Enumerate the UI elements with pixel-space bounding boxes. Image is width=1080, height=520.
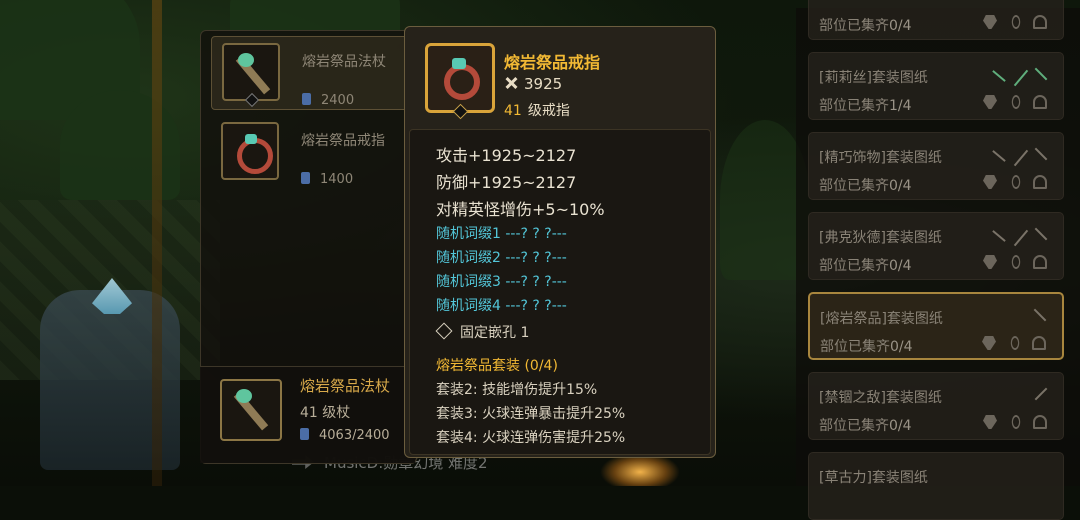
- set-part-icons: [983, 172, 1053, 192]
- footer-item-name: 熔岩祭品法杖: [300, 377, 391, 395]
- set-row[interactable]: 部位已集齐0/4: [808, 0, 1064, 40]
- scroll-icon: [301, 172, 310, 184]
- amulet-icon: [1033, 255, 1047, 269]
- set-part-icons: [983, 92, 1053, 112]
- set-progress: 部位已集齐0/4: [819, 18, 912, 34]
- item-power: 3925: [504, 75, 562, 93]
- set-blueprint-list[interactable]: 部位已集齐0/4 [莉莉丝]套装图纸 部位已集齐1/4 [精巧饰物]套装图纸 部…: [796, 0, 1080, 520]
- torch-pole: [152, 0, 162, 486]
- amulet-icon: [1032, 336, 1046, 350]
- set-row[interactable]: [禁锢之敌]套装图纸 部位已集齐0/4: [808, 372, 1064, 440]
- set-row[interactable]: [莉莉丝]套装图纸 部位已集齐1/4: [808, 52, 1064, 120]
- set-part-icons: [982, 333, 1052, 353]
- set-name: [弗克狄德]套装图纸: [819, 230, 942, 246]
- set-row[interactable]: [弗克狄德]套装图纸 部位已集齐0/4: [808, 212, 1064, 280]
- affix-line: 随机词缀3 ---? ? ?---: [436, 274, 567, 290]
- weapon-icons: [991, 145, 1051, 167]
- amulet-icon: [1033, 95, 1047, 109]
- footer-item-level: 41 级杖: [300, 405, 351, 421]
- set-name: [精巧饰物]套装图纸: [819, 150, 942, 166]
- item-slot: [221, 122, 279, 180]
- ring-icon: [1010, 252, 1022, 272]
- set-name: [禁锢之敌]套装图纸: [819, 390, 942, 406]
- item-slot: [222, 43, 280, 108]
- crossed-swords-icon: [504, 76, 518, 90]
- armor-icon: [983, 255, 997, 269]
- set-part-icons: [983, 12, 1053, 32]
- ring-icon: [1010, 172, 1022, 192]
- weapon-icons: [991, 225, 1051, 247]
- selected-item-footer[interactable]: 熔岩祭品法杖 41 级杖 4063/2400: [200, 366, 415, 463]
- item-tooltip: 熔岩祭品戒指 3925 41 级戒指 攻击+1925~2127 防御+1925~2…: [404, 26, 716, 458]
- set-progress: 部位已集齐0/4: [819, 178, 912, 194]
- ring-gem: [245, 134, 257, 144]
- set-name: [草古力]套装图纸: [819, 470, 928, 486]
- set-bonus-line: 套装2: 技能增伤提升15%: [436, 382, 598, 398]
- ring-icon: [1010, 412, 1022, 432]
- amulet-icon: [1033, 415, 1047, 429]
- affix-line: 随机词缀4 ---? ? ?---: [436, 298, 567, 314]
- armor-icon: [983, 175, 997, 189]
- item-cost: 1400: [301, 172, 353, 187]
- affix-line: 随机词缀1 ---? ? ?---: [436, 226, 567, 242]
- ring-icon: [1010, 12, 1022, 32]
- set-row[interactable]: [精巧饰物]套装图纸 部位已集齐0/4: [808, 132, 1064, 200]
- set-title: 熔岩祭品套装 (0/4): [436, 358, 558, 374]
- amulet-icon: [1033, 15, 1047, 29]
- ring-gem: [452, 58, 466, 69]
- armor-icon: [982, 336, 996, 350]
- stat-line: 攻击+1925~2127: [436, 146, 577, 165]
- set-progress: 部位已集齐0/4: [820, 339, 913, 355]
- armor-icon: [983, 95, 997, 109]
- set-progress: 部位已集齐0/4: [819, 418, 912, 434]
- tooltip-header: 熔岩祭品戒指 3925 41 级戒指: [405, 27, 715, 127]
- set-part-icons: [983, 252, 1053, 272]
- ring-icon: [444, 64, 480, 100]
- set-progress: 部位已集齐1/4: [819, 98, 912, 114]
- socket-line: 固定嵌孔 1: [435, 322, 529, 342]
- scroll-icon: [300, 428, 309, 440]
- footer-item-cost: 4063/2400: [300, 428, 390, 443]
- set-name: [熔岩祭品]套装图纸: [820, 311, 943, 327]
- weapon-icons: [990, 306, 1050, 326]
- item-name: 熔岩祭品法杖: [302, 54, 386, 70]
- affix-line: 随机词缀2 ---? ? ?---: [436, 250, 567, 266]
- armor-icon: [983, 15, 997, 29]
- set-part-icons: [983, 412, 1053, 432]
- stat-line: 对精英怪增伤+5~10%: [436, 200, 605, 219]
- item-cost: 2400: [302, 93, 354, 108]
- set-bonus-line: 套装3: 火球连弹暴击提升25%: [436, 406, 626, 422]
- weapon-icons: [991, 65, 1051, 87]
- staff-gem: [236, 389, 252, 403]
- item-icon-frame: [425, 43, 495, 120]
- set-progress: 部位已集齐0/4: [819, 258, 912, 274]
- item-slot: [220, 379, 282, 441]
- set-bonus-line: 套装4: 火球连弹伤害提升25%: [436, 430, 626, 446]
- ring-icon: [1010, 92, 1022, 112]
- item-name: 熔岩祭品戒指: [301, 133, 385, 149]
- item-title: 熔岩祭品戒指: [504, 53, 601, 72]
- ring-icon: [1009, 333, 1021, 353]
- amulet-icon: [1033, 175, 1047, 189]
- staff-gem: [238, 53, 254, 67]
- item-level: 41 级戒指: [504, 103, 570, 119]
- stat-line: 防御+1925~2127: [436, 173, 577, 192]
- diamond-icon: [435, 322, 453, 340]
- armor-icon: [983, 415, 997, 429]
- set-name: [莉莉丝]套装图纸: [819, 70, 928, 86]
- socket-diamond-icon: [244, 92, 260, 108]
- tooltip-body: 攻击+1925~2127 防御+1925~2127 对精英怪增伤+5~10% 随…: [409, 129, 711, 455]
- set-row-selected[interactable]: [熔岩祭品]套装图纸 部位已集齐0/4: [808, 292, 1064, 360]
- set-row[interactable]: [草古力]套装图纸: [808, 452, 1064, 520]
- list-item-lava-staff[interactable]: 熔岩祭品法杖 2400: [211, 36, 418, 110]
- weapon-icons: [991, 385, 1051, 405]
- scroll-icon: [302, 93, 311, 105]
- list-item-lava-ring[interactable]: 熔岩祭品戒指 1400: [211, 116, 416, 188]
- tree: [60, 90, 180, 200]
- socket-diamond-icon: [452, 103, 469, 120]
